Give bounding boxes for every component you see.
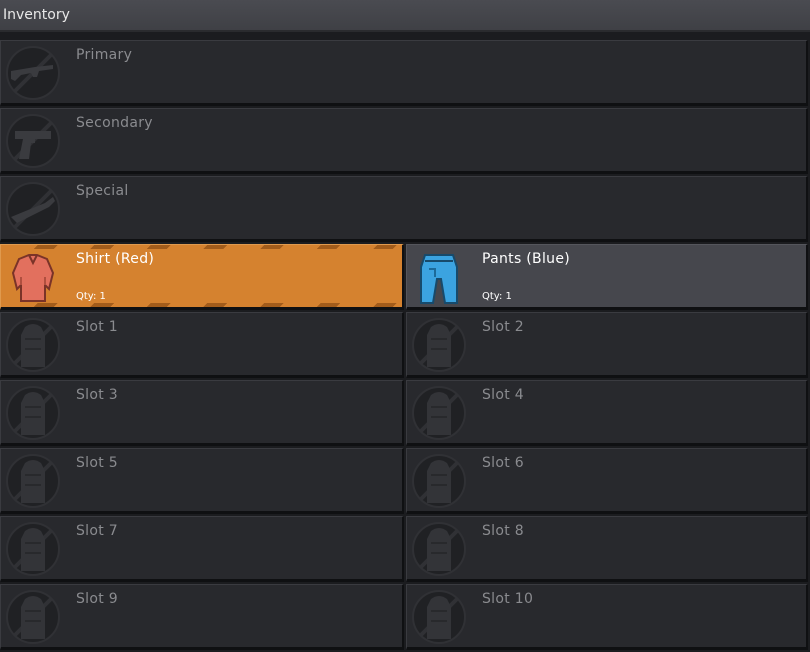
storage-slot-9[interactable]: Slot 9 [0,584,404,650]
equipped-slot-shirt[interactable]: Shirt (Red) Qty: 1 [0,244,404,310]
backpack-icon [412,522,466,576]
storage-slot-label: Slot 6 [482,455,524,471]
backpack-icon [6,522,60,576]
backpack-icon [6,386,60,440]
pants-icon [420,254,458,304]
weapon-slot-special[interactable]: Special [0,176,808,242]
storage-slot-label: Slot 3 [76,387,118,403]
shirt-icon [11,254,55,302]
storage-slot-10[interactable]: Slot 10 [406,584,808,650]
backpack-icon [412,318,466,372]
inventory-title-bar[interactable]: Inventory [0,0,810,32]
storage-slot-label: Slot 1 [76,319,118,335]
storage-slot-label: Slot 9 [76,591,118,607]
storage-slot-8[interactable]: Slot 8 [406,516,808,582]
storage-slot-label: Slot 8 [482,523,524,539]
backpack-icon [6,454,60,508]
storage-slot-label: Slot 2 [482,319,524,335]
backpack-icon [412,590,466,644]
storage-slot-2[interactable]: Slot 2 [406,312,808,378]
storage-slot-7[interactable]: Slot 7 [0,516,404,582]
pistol-icon [6,114,60,168]
storage-slot-5[interactable]: Slot 5 [0,448,404,514]
backpack-icon [412,454,466,508]
storage-slot-label: Slot 10 [482,591,534,607]
weapon-slot-primary[interactable]: Primary [0,40,808,106]
storage-slot-4[interactable]: Slot 4 [406,380,808,446]
storage-slot-1[interactable]: Slot 1 [0,312,404,378]
launcher-icon [6,182,60,236]
storage-slot-3[interactable]: Slot 3 [0,380,404,446]
storage-slot-label: Slot 4 [482,387,524,403]
backpack-icon [6,318,60,372]
weapon-slot-label: Primary [76,47,133,63]
rifle-icon [6,46,60,100]
weapon-slot-secondary[interactable]: Secondary [0,108,808,174]
equipped-item-qty: Qty: 1 [482,291,512,302]
weapon-slot-label: Special [76,183,129,199]
backpack-icon [412,386,466,440]
storage-slot-label: Slot 7 [76,523,118,539]
window-title: Inventory [3,7,70,23]
backpack-icon [6,590,60,644]
weapon-slot-label: Secondary [76,115,153,131]
equipped-item-qty: Qty: 1 [76,291,106,302]
storage-slot-6[interactable]: Slot 6 [406,448,808,514]
equipped-slot-pants[interactable]: Pants (Blue) Qty: 1 [406,244,808,310]
equipped-item-name: Pants (Blue) [482,251,571,267]
equipped-item-name: Shirt (Red) [76,251,155,267]
storage-slot-label: Slot 5 [76,455,118,471]
